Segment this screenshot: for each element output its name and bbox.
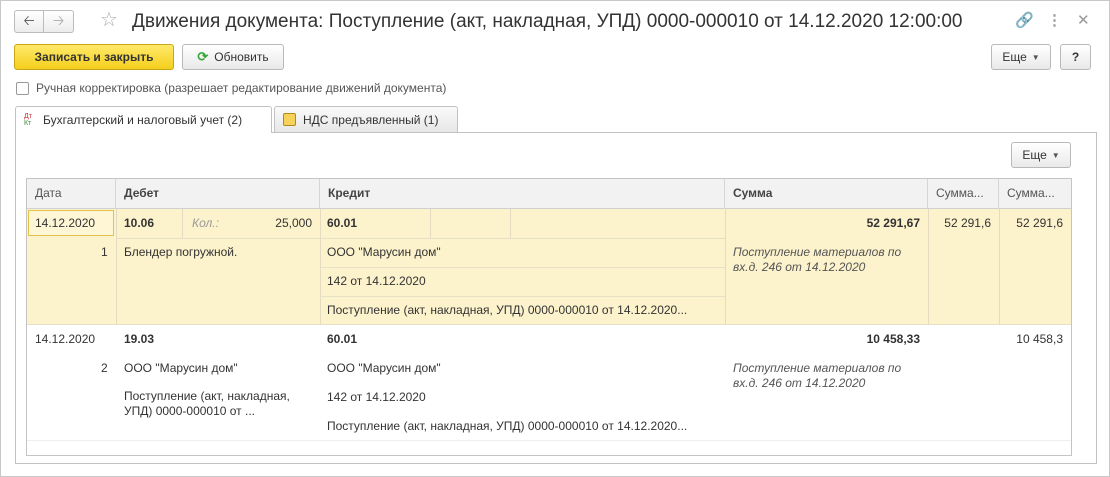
qty-label: Кол.: <box>192 216 219 230</box>
panel-more-button[interactable]: Еще ▼ <box>1011 142 1071 168</box>
tab-panel: Еще ▼ Дата Дебет Кредит Сумма Сумма... С… <box>15 132 1097 464</box>
tab-vat[interactable]: НДС предъявленный (1) <box>274 106 458 132</box>
window-title: Движения документа: Поступление (акт, на… <box>132 11 963 32</box>
credit-account: 60.01 <box>327 216 358 230</box>
manual-edit-row: Ручная корректировка (разрешает редактир… <box>16 81 446 95</box>
debit-subconto-1: ООО "Марусин дом" <box>124 361 238 375</box>
sum-vr-value: 10 458,3 <box>1016 332 1063 346</box>
forward-button[interactable]: 🡢 <box>44 10 74 33</box>
sum-value: 10 458,33 <box>866 332 920 346</box>
col-sum-nu[interactable]: Сумма... <box>928 179 999 209</box>
credit-subconto-2: 142 от 14.12.2020 <box>327 390 426 404</box>
more-label: Еще <box>1002 50 1027 64</box>
operation-content: Поступление материалов по вх.д. 246 от 1… <box>733 245 902 274</box>
sum-nu-value: 52 291,6 <box>944 216 991 230</box>
link-icon[interactable]: 🔗 <box>1015 11 1034 31</box>
table-header: Дата Дебет Кредит Сумма Сумма... Сумма..… <box>27 179 1071 209</box>
row-date: 14.12.2020 <box>35 216 96 230</box>
operation-content: Поступление материалов по вх.д. 246 от 1… <box>733 361 902 390</box>
save-and-close-button[interactable]: Записать и закрыть <box>14 44 174 70</box>
title-bar: 🡠 🡢 ☆ Движения документа: Поступление (а… <box>1 1 1109 41</box>
debit-subconto-1: Блендер погружной. <box>124 245 238 259</box>
credit-subconto-2: 142 от 14.12.2020 <box>327 274 426 288</box>
credit-subconto-1: ООО "Марусин дом" <box>327 361 441 375</box>
dt-kt-icon: Дт Кт <box>24 113 32 127</box>
refresh-icon: ⟳ <box>197 49 209 64</box>
document-movements-window: 🡠 🡢 ☆ Движения документа: Поступление (а… <box>0 0 1110 477</box>
col-date[interactable]: Дата <box>27 179 116 209</box>
sum-vr-value: 52 291,6 <box>1016 216 1063 230</box>
more-button[interactable]: Еще ▼ <box>991 44 1051 70</box>
row-date: 14.12.2020 <box>35 332 96 346</box>
caret-down-icon: ▼ <box>1031 52 1040 62</box>
debit-account: 19.03 <box>124 332 155 346</box>
star-icon[interactable]: ☆ <box>100 9 118 31</box>
table-row[interactable]: 14.12.2020 2 19.03 ООО "Марусин дом" Пос… <box>27 325 1071 441</box>
credit-account: 60.01 <box>327 332 358 346</box>
tab-accounting-label: Бухгалтерский и налоговый учет (2) <box>43 113 243 127</box>
row-number: 1 <box>101 245 108 259</box>
help-button[interactable]: ? <box>1060 44 1091 70</box>
debit-subconto-2: Поступление (акт, накладная, УПД) 0000-0… <box>124 389 290 418</box>
sum-value: 52 291,67 <box>866 216 920 230</box>
manual-edit-checkbox[interactable] <box>16 81 29 95</box>
qty-value: 25,000 <box>275 216 312 230</box>
row-number: 2 <box>101 361 108 375</box>
refresh-label: Обновить <box>214 50 269 64</box>
debit-account: 10.06 <box>124 216 155 230</box>
tab-vat-label: НДС предъявленный (1) <box>303 112 439 127</box>
kebab-menu-icon[interactable]: ⋮ <box>1047 11 1062 31</box>
credit-subconto-3: Поступление (акт, накладная, УПД) 0000-0… <box>327 303 688 317</box>
back-button[interactable]: 🡠 <box>14 10 44 33</box>
arrow-right-icon: 🡢 <box>52 11 65 28</box>
col-debit[interactable]: Дебет <box>116 179 320 209</box>
credit-subconto-1: ООО "Марусин дом" <box>327 245 441 259</box>
tab-accounting[interactable]: Дт Кт Бухгалтерский и налоговый учет (2) <box>15 106 272 133</box>
col-sum-vr[interactable]: Сумма... <box>999 179 1071 209</box>
refresh-button[interactable]: ⟳ Обновить <box>182 44 284 70</box>
close-icon[interactable]: ✕ <box>1077 11 1090 31</box>
movements-table[interactable]: Дата Дебет Кредит Сумма Сумма... Сумма..… <box>26 178 1072 456</box>
table-row[interactable]: 14.12.2020 1 10.06 Кол.: 25,000 Блендер … <box>27 209 1071 325</box>
caret-down-icon: ▼ <box>1051 150 1060 160</box>
panel-more-label: Еще <box>1022 148 1047 162</box>
col-credit[interactable]: Кредит <box>320 179 725 209</box>
arrow-left-icon: 🡠 <box>23 11 35 28</box>
col-sum[interactable]: Сумма <box>725 179 928 209</box>
manual-edit-label[interactable]: Ручная корректировка (разрешает редактир… <box>36 81 446 95</box>
credit-subconto-3: Поступление (акт, накладная, УПД) 0000-0… <box>327 419 688 433</box>
vat-icon <box>283 113 296 126</box>
